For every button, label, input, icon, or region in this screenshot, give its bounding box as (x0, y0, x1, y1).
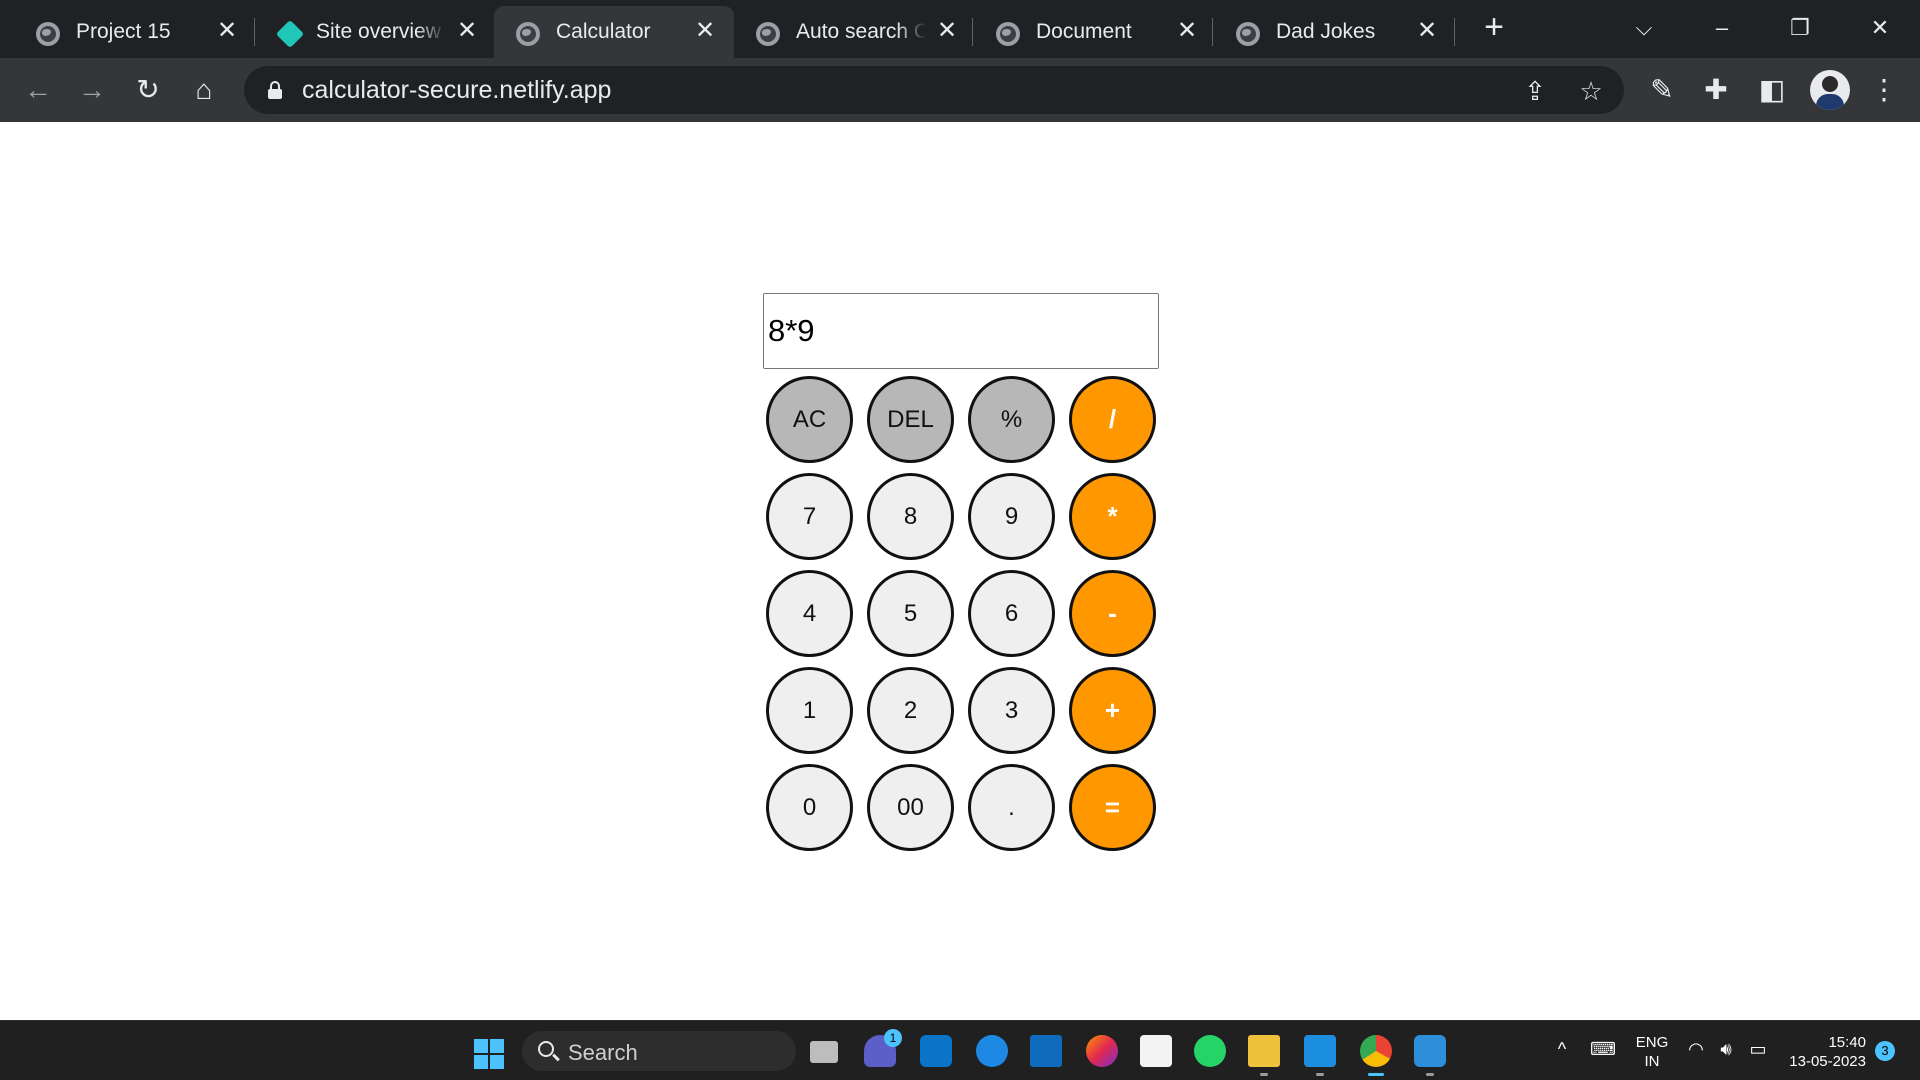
key-divide[interactable]: / (1069, 376, 1156, 463)
key-subtract[interactable]: - (1069, 570, 1156, 657)
key-5[interactable]: 5 (867, 570, 954, 657)
extensions-puzzle-icon[interactable]: ✚ (1696, 70, 1736, 110)
search-icon (538, 1041, 554, 1057)
key-percent[interactable]: % (968, 376, 1055, 463)
key-multiply[interactable]: * (1069, 473, 1156, 560)
notification-badge[interactable]: 3 (1875, 1041, 1895, 1061)
address-bar[interactable]: calculator-secure.netlify.app ⇪ ☆ (244, 66, 1624, 114)
browser-toolbar: ← → ↻ ⌂ calculator-secure.netlify.app ⇪ … (0, 58, 1920, 122)
close-icon[interactable]: ✕ (1176, 19, 1198, 43)
vscode-icon[interactable] (1304, 1035, 1336, 1076)
globe-icon (516, 22, 540, 46)
side-panel-icon[interactable]: ◧ (1752, 70, 1792, 110)
calendar-app-icon[interactable] (1030, 1035, 1062, 1067)
window-close-icon[interactable]: ✕ (1860, 8, 1900, 48)
close-icon[interactable]: ✕ (1416, 19, 1438, 43)
key-0[interactable]: 0 (766, 764, 853, 851)
chrome-icon[interactable] (1360, 1035, 1392, 1076)
url-text[interactable]: calculator-secure.netlify.app (302, 76, 611, 104)
key-6[interactable]: 6 (968, 570, 1055, 657)
clock-time[interactable]: 15:40 (1786, 1033, 1866, 1052)
key-3[interactable]: 3 (968, 667, 1055, 754)
taskbar-search-label: Search (568, 1040, 638, 1065)
bookmark-star-icon[interactable]: ☆ (1574, 74, 1608, 108)
tab-document[interactable]: Document ✕ (960, 6, 1200, 58)
tab-site-overview[interactable]: Site overview ✕ (240, 6, 480, 58)
tab-search-chevron-icon[interactable]: ⌵ (1624, 8, 1664, 48)
taskbar-search-box[interactable]: Search (522, 1031, 796, 1071)
key-1[interactable]: 1 (766, 667, 853, 754)
tab-title: Calculator (556, 20, 651, 43)
help-icon[interactable] (976, 1035, 1008, 1067)
more-menu-icon[interactable]: ⋮ (1864, 70, 1904, 110)
restore-icon[interactable]: ❐ (1780, 8, 1820, 48)
lock-icon (268, 81, 282, 99)
windows-start-icon[interactable] (474, 1039, 504, 1069)
key-add[interactable]: + (1069, 667, 1156, 754)
globe-icon (996, 22, 1020, 46)
windows-taskbar: Search 1 ^ ⌨ ENG IN ◠ 🔊︎ ▭ 15:40 13-05-2… (0, 1020, 1920, 1080)
key-4[interactable]: 4 (766, 570, 853, 657)
profile-avatar[interactable] (1810, 70, 1850, 110)
show-hidden-icons-chevron-icon[interactable]: ^ (1550, 1039, 1574, 1060)
tab-title: Document (1036, 20, 1132, 43)
tab-title: Project 15 (76, 20, 171, 43)
whatsapp-icon[interactable] (1194, 1035, 1226, 1067)
photos-icon[interactable] (1414, 1035, 1446, 1076)
firefox-icon[interactable] (1086, 1035, 1118, 1067)
file-explorer-icon[interactable] (1248, 1035, 1280, 1076)
back-arrow-icon[interactable]: ← (18, 70, 58, 110)
battery-icon[interactable]: ▭ (1746, 1039, 1770, 1060)
globe-icon (36, 22, 60, 46)
keyboard-icon[interactable]: ⌨ (1590, 1039, 1616, 1060)
close-icon[interactable]: ✕ (216, 19, 238, 43)
tab-title: Site overview (316, 20, 446, 44)
language-line-1[interactable]: ENG (1632, 1033, 1672, 1052)
key-all-clear[interactable]: AC (766, 376, 853, 463)
teams-chat-icon[interactable]: 1 (864, 1029, 902, 1067)
tab-title: Dad Jokes (1276, 20, 1376, 43)
clock-date[interactable]: 13-05-2023 (1786, 1052, 1866, 1071)
language-line-2[interactable]: IN (1632, 1052, 1672, 1071)
teams-badge: 1 (884, 1029, 902, 1047)
forward-arrow-icon[interactable]: → (72, 70, 112, 110)
tab-divider (1454, 18, 1455, 46)
minimize-icon[interactable]: – (1702, 8, 1742, 48)
microsoft-store-icon[interactable] (1140, 1035, 1172, 1067)
key-decimal[interactable]: . (968, 764, 1055, 851)
task-view-icon[interactable] (810, 1041, 838, 1063)
browser-tab-strip: Project 15 ✕ Site overview ✕ Calculator … (0, 0, 1920, 58)
key-delete[interactable]: DEL (867, 376, 954, 463)
myhp-icon[interactable] (920, 1035, 952, 1067)
globe-icon (1236, 22, 1260, 46)
pen-extension-icon[interactable]: ✎ (1642, 70, 1682, 110)
calculator-keypad: AC DEL % / 7 8 9 * 4 5 6 - 1 2 3 + 0 00 … (766, 376, 1158, 851)
tab-title: Auto search C (796, 20, 926, 44)
wifi-icon[interactable]: ◠ (1684, 1039, 1708, 1060)
close-icon[interactable]: ✕ (936, 19, 958, 43)
key-double-zero[interactable]: 00 (867, 764, 954, 851)
new-tab-button[interactable]: + (1478, 10, 1510, 44)
netlify-icon (275, 19, 305, 49)
tab-calculator[interactable]: Calculator ✕ (494, 6, 734, 58)
calculator-display[interactable]: 8*9 (763, 293, 1159, 369)
reload-icon[interactable]: ↻ (128, 70, 168, 110)
key-7[interactable]: 7 (766, 473, 853, 560)
close-icon[interactable]: ✕ (456, 19, 478, 43)
tab-dad-jokes[interactable]: Dad Jokes ✕ (1200, 6, 1440, 58)
volume-icon[interactable]: 🔊︎ (1714, 1039, 1738, 1060)
key-8[interactable]: 8 (867, 473, 954, 560)
share-icon[interactable]: ⇪ (1518, 74, 1552, 108)
globe-icon (756, 22, 780, 46)
key-2[interactable]: 2 (867, 667, 954, 754)
close-icon[interactable]: ✕ (694, 19, 716, 43)
key-equals[interactable]: = (1069, 764, 1156, 851)
home-icon[interactable]: ⌂ (184, 70, 224, 110)
tab-project-15[interactable]: Project 15 ✕ (0, 6, 240, 58)
tab-auto-search[interactable]: Auto search C ✕ (720, 6, 960, 58)
key-9[interactable]: 9 (968, 473, 1055, 560)
